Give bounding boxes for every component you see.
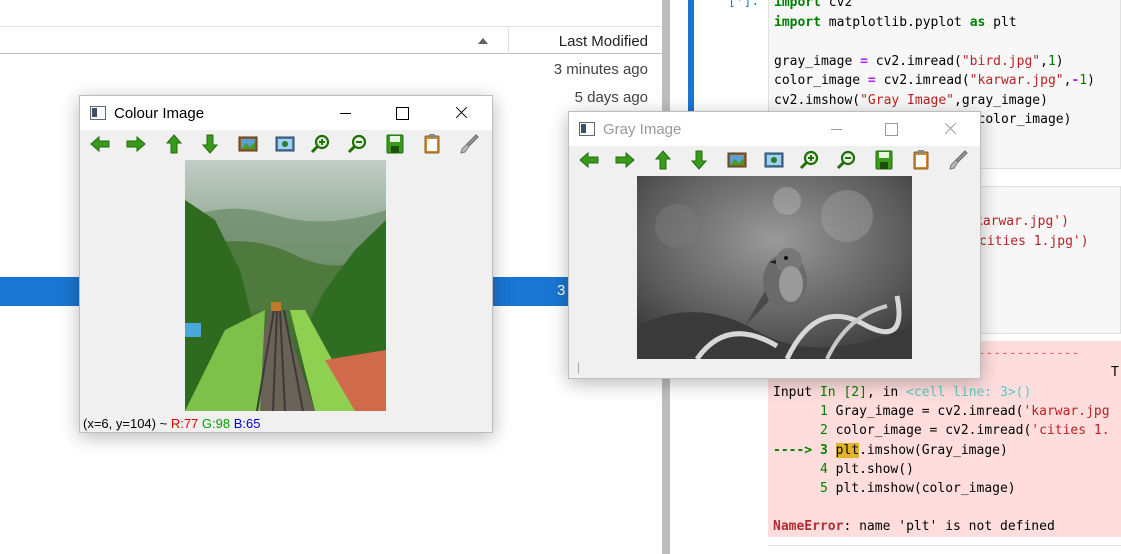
bird-gray-image[interactable] — [637, 176, 912, 359]
properties-brush-icon[interactable] — [457, 132, 481, 156]
pan-up-icon[interactable] — [162, 132, 186, 156]
traceback-line: 4 plt.show() — [819, 462, 914, 477]
opencv-window-icon — [90, 106, 106, 120]
code-line: karwar.jpg') — [975, 214, 1069, 229]
window-titlebar[interactable]: Gray Image — [569, 112, 980, 146]
traceback-line: ----> 3 plt.imshow(Gray_image) — [773, 443, 1008, 458]
copy-clipboard-icon[interactable] — [420, 132, 444, 156]
pan-down-icon[interactable] — [687, 148, 711, 172]
image-toolbar — [80, 132, 492, 156]
maximize-button[interactable] — [868, 112, 914, 146]
column-separator[interactable] — [508, 27, 509, 54]
code-line: cities 1.jpg') — [979, 234, 1089, 249]
traceback-line: 2 color_image = cv2.imread('cities 1. — [819, 423, 1110, 438]
properties-brush-icon[interactable] — [946, 148, 970, 172]
zoom-fit-icon[interactable] — [725, 148, 749, 172]
gray-image-window[interactable]: Gray Image — [568, 111, 981, 379]
zoom-out-icon[interactable] — [835, 148, 859, 172]
pan-right-icon[interactable] — [124, 132, 148, 156]
cell-divider — [768, 545, 1121, 546]
zoom-in-icon[interactable] — [798, 148, 822, 172]
file-modified-cell[interactable]: 5 days ago — [575, 89, 648, 106]
zoom-original-icon[interactable] — [273, 132, 297, 156]
pixel-info-status: (x=6, y=104) ~ R:77 G:98 B:65 — [83, 416, 261, 431]
pan-right-icon[interactable] — [613, 148, 637, 172]
traceback-line: 5 plt.imshow(color_image) — [819, 481, 1016, 496]
window-titlebar[interactable]: Colour Image — [80, 96, 492, 130]
copy-clipboard-icon[interactable] — [909, 148, 933, 172]
close-button[interactable] — [927, 112, 973, 146]
file-modified-cell: 3 — [557, 282, 566, 299]
last-modified-column-header[interactable]: Last Modified — [559, 33, 648, 50]
zoom-out-icon[interactable] — [346, 132, 370, 156]
close-button[interactable] — [438, 96, 484, 130]
zoom-fit-icon[interactable] — [236, 132, 260, 156]
error-message: NameError: name 'plt' is not defined — [773, 519, 1055, 534]
traceback-trailing-char: T — [1111, 365, 1119, 380]
maximize-button[interactable] — [379, 96, 425, 130]
file-list-header: Last Modified — [0, 26, 662, 54]
save-icon[interactable] — [383, 132, 407, 156]
window-title: Colour Image — [114, 105, 205, 122]
pan-left-icon[interactable] — [577, 148, 601, 172]
zoom-original-icon[interactable] — [762, 148, 786, 172]
colour-image-window[interactable]: Colour Image (x=6, y=104) ~ R:77 G:98 B:… — [79, 95, 493, 433]
save-icon[interactable] — [872, 148, 896, 172]
minimize-button[interactable] — [813, 112, 859, 146]
railway-landscape-image[interactable] — [185, 160, 386, 411]
traceback-line: 1 Gray_image = cv2.imread('karwar.jpg — [819, 404, 1110, 419]
window-title: Gray Image — [603, 121, 682, 138]
pan-left-icon[interactable] — [88, 132, 112, 156]
opencv-window-icon — [579, 122, 595, 136]
cell-prompt: [*]: — [728, 0, 760, 9]
image-toolbar — [569, 148, 980, 172]
pan-down-icon[interactable] — [198, 132, 222, 156]
traceback-input-line: Input In [2], in <cell line: 3>() — [773, 385, 1032, 400]
file-modified-cell[interactable]: 3 minutes ago — [554, 61, 648, 78]
status-bar-grip — [578, 362, 579, 374]
minimize-button[interactable] — [322, 96, 368, 130]
sort-ascending-icon[interactable] — [478, 38, 488, 44]
pan-up-icon[interactable] — [651, 148, 675, 172]
zoom-in-icon[interactable] — [309, 132, 333, 156]
